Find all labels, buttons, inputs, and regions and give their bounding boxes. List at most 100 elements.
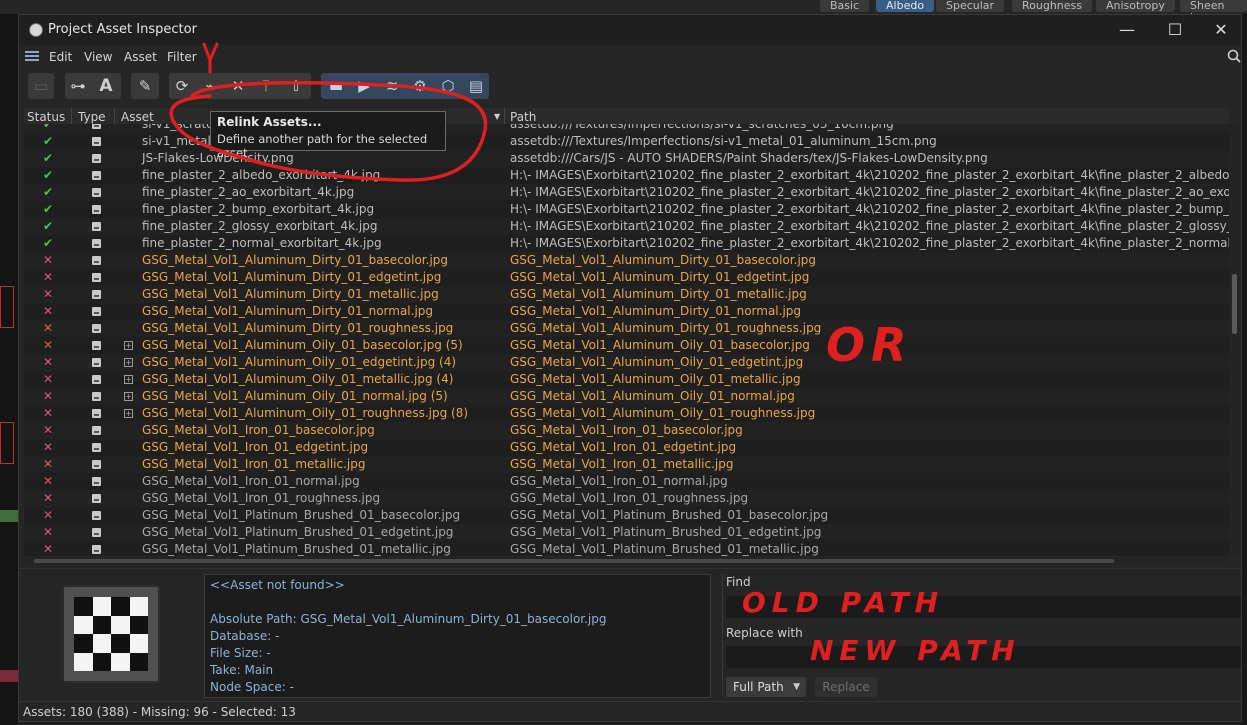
- image-filter-icon[interactable]: ▬: [325, 73, 347, 99]
- table-row[interactable]: ✕ GSG_Metal_Vol1_Platinum_Brushed_01_base…: [24, 507, 1229, 524]
- eyedropper-icon[interactable]: ✎: [134, 73, 156, 99]
- scrollbar-thumb[interactable]: [1232, 274, 1237, 334]
- background-tab[interactable]: Basic: [820, 0, 870, 12]
- audio-filter-icon[interactable]: ≋: [381, 73, 403, 99]
- table-row[interactable]: ✕ GSG_Metal_Vol1_Iron_01_edgetint.jpg GSG_…: [24, 439, 1229, 456]
- localize-icon[interactable]: ⤒: [255, 73, 277, 99]
- asset-path: H:\- IMAGES\Exorbitart\210202_fine_plast…: [510, 202, 1229, 216]
- table-row[interactable]: ✕ + GSG_Metal_Vol1_Aluminum_Oily_01_roughn…: [24, 405, 1229, 422]
- table-row[interactable]: ✕ GSG_Metal_Vol1_Platinum_Brushed_01_edge…: [24, 524, 1229, 541]
- table-row[interactable]: ✕ GSG_Metal_Vol1_Iron_01_normal.jpg GSG_Me…: [24, 473, 1229, 490]
- asset-path: GSG_Metal_Vol1_Aluminum_Oily_01_metallic…: [510, 372, 801, 386]
- movie-filter-icon[interactable]: ▶: [353, 73, 375, 99]
- expand-icon[interactable]: +: [124, 358, 133, 367]
- asset-name: si-v1_metal: [142, 134, 211, 148]
- table-row[interactable]: ✕ GSG_Metal_Vol1_Aluminum_Dirty_01_roughn…: [24, 320, 1229, 337]
- folder-icon[interactable]: ▭: [30, 73, 52, 99]
- table-row[interactable]: ✕ GSG_Metal_Vol1_Iron_01_metallic.jpg GSG_…: [24, 456, 1229, 473]
- expand-icon[interactable]: +: [124, 341, 133, 350]
- image-type-icon: [92, 409, 101, 418]
- expand-icon[interactable]: +: [124, 375, 133, 384]
- asset-name: fine_plaster_2_albedo_exorbitart_4k.jpg: [142, 168, 381, 182]
- export-icon[interactable]: ⇧: [285, 73, 307, 99]
- missing-x-icon: ✕: [42, 253, 54, 267]
- table-row[interactable]: ✕ GSG_Metal_Vol1_Aluminum_Dirty_01_baseco…: [24, 252, 1229, 269]
- asset-path: GSG_Metal_Vol1_Aluminum_Dirty_01_basecol…: [510, 253, 817, 267]
- asset-path: assetdb:///Textures/Imperfections/si-v1_…: [510, 134, 937, 148]
- hamburger-menu-icon[interactable]: [25, 51, 39, 61]
- asset-path: GSG_Metal_Vol1_Aluminum_Dirty_01_normal.…: [510, 304, 802, 318]
- table-row[interactable]: ✔ fine_plaster_2_bump_exorbitart_4k.jpg H:…: [24, 201, 1229, 218]
- sort-arrow-icon[interactable]: ▼: [494, 112, 500, 121]
- info-file-size: File Size: -: [210, 646, 271, 660]
- table-row[interactable]: ✕ GSG_Metal_Vol1_Aluminum_Dirty_01_metall…: [24, 286, 1229, 303]
- background-tab[interactable]: Sheen layer: [1180, 0, 1247, 24]
- table-row[interactable]: ✕ GSG_Metal_Vol1_Aluminum_Dirty_01_edgeti…: [24, 269, 1229, 286]
- replace-label: Replace with: [726, 626, 803, 640]
- asset-name: GSG_Metal_Vol1_Iron_01_metallic.jpg: [142, 457, 366, 471]
- table-row[interactable]: ✔ fine_plaster_2_glossy_exorbitart_4k.jpg…: [24, 218, 1229, 235]
- header-status[interactable]: Status: [27, 110, 65, 124]
- scrollbar-thumb[interactable]: [34, 559, 1114, 563]
- expand-icon[interactable]: +: [124, 392, 133, 401]
- table-row[interactable]: ✔ fine_plaster_2_albedo_exorbitart_4k.jpg…: [24, 167, 1229, 184]
- menu-asset[interactable]: Asset: [124, 50, 157, 64]
- toggle-icon[interactable]: ⊶: [67, 73, 89, 99]
- maximize-button[interactable]: ☐: [1159, 19, 1191, 41]
- asset-path: GSG_Metal_Vol1_Iron_01_roughness.jpg: [510, 491, 749, 505]
- table-row[interactable]: ✕ + GSG_Metal_Vol1_Aluminum_Oily_01_baseco…: [24, 337, 1229, 354]
- expand-icon[interactable]: +: [124, 409, 133, 418]
- table-row[interactable]: ✕ + GSG_Metal_Vol1_Aluminum_Oily_01_metall…: [24, 371, 1229, 388]
- refresh-icon[interactable]: ⟳: [171, 73, 193, 99]
- table-row[interactable]: ✕ + GSG_Metal_Vol1_Aluminum_Oily_01_edgeti…: [24, 354, 1229, 371]
- image-type-icon: [92, 477, 101, 486]
- menu-filter[interactable]: Filter: [167, 50, 197, 64]
- table-row[interactable]: ✔ si-v1_scratch assetdb:///Textures/Imperf…: [24, 124, 1229, 133]
- header-type[interactable]: Type: [78, 110, 106, 124]
- text-format-icon[interactable]: A: [95, 73, 117, 99]
- table-row[interactable]: ✔ si-v1_metal assetdb:///Textures/Imperfec…: [24, 133, 1229, 150]
- image-type-icon: [92, 341, 101, 350]
- title-bar: Project Asset Inspector — ☐ ✕: [19, 15, 1241, 45]
- menu-view[interactable]: View: [84, 50, 112, 64]
- image-type-icon: [92, 392, 101, 401]
- header-asset[interactable]: Asset: [121, 110, 154, 124]
- background-tab[interactable]: Albedo: [876, 0, 935, 12]
- info-not-found: <<Asset not found>>: [210, 578, 345, 592]
- table-row[interactable]: ✔ fine_plaster_2_ao_exorbitart_4k.jpg H:\-…: [24, 184, 1229, 201]
- remove-icon[interactable]: ✕: [227, 73, 249, 99]
- header-path[interactable]: Path: [510, 110, 536, 124]
- table-row[interactable]: ✔ JS-Flakes-LowDensity.png assetdb:///Cars…: [24, 150, 1229, 167]
- missing-x-icon: ✕: [42, 287, 54, 301]
- image-type-icon: [92, 154, 101, 163]
- table-row[interactable]: ✕ GSG_Metal_Vol1_Iron_01_basecolor.jpg GSG…: [24, 422, 1229, 439]
- search-icon[interactable]: [1227, 49, 1241, 63]
- background-tab[interactable]: Anisotropy: [1096, 0, 1175, 12]
- missing-x-icon: ✕: [42, 423, 54, 437]
- asset-path: GSG_Metal_Vol1_Aluminum_Dirty_01_roughne…: [510, 321, 822, 335]
- table-row[interactable]: ✕ + GSG_Metal_Vol1_Aluminum_Oily_01_normal…: [24, 388, 1229, 405]
- image-type-icon: [92, 188, 101, 197]
- object-filter-icon[interactable]: ⬡: [437, 73, 459, 99]
- replace-button[interactable]: Replace: [815, 677, 877, 697]
- menu-edit[interactable]: Edit: [49, 50, 72, 64]
- relink-icon[interactable]: ⌁: [199, 73, 221, 99]
- table-row[interactable]: ✔ fine_plaster_2_normal_exorbitart_4k.jpg…: [24, 235, 1229, 252]
- vertical-scrollbar[interactable]: [1229, 124, 1241, 556]
- missing-x-icon: ✕: [42, 491, 54, 505]
- close-button[interactable]: ✕: [1205, 19, 1237, 41]
- image-type-icon: [92, 358, 101, 367]
- table-row[interactable]: ✕ GSG_Metal_Vol1_Aluminum_Dirty_01_normal…: [24, 303, 1229, 320]
- plugin-filter-icon[interactable]: ⚙: [409, 73, 431, 99]
- annotation-or: OR: [826, 318, 913, 372]
- asset-name: GSG_Metal_Vol1_Platinum_Brushed_01_edget…: [142, 525, 454, 539]
- horizontal-scrollbar[interactable]: [24, 557, 1229, 565]
- table-row[interactable]: ✕ GSG_Metal_Vol1_Platinum_Brushed_01_meta…: [24, 541, 1229, 556]
- document-filter-icon[interactable]: ▤: [465, 73, 487, 99]
- path-mode-dropdown[interactable]: Full Path ▼: [726, 677, 806, 697]
- table-row[interactable]: ✕ GSG_Metal_Vol1_Iron_01_roughness.jpg GSG…: [24, 490, 1229, 507]
- background-tab[interactable]: Roughness: [1012, 0, 1093, 12]
- minimize-button[interactable]: —: [1111, 19, 1143, 41]
- node-box: [0, 510, 18, 522]
- background-tab[interactable]: Specular: [936, 0, 1005, 12]
